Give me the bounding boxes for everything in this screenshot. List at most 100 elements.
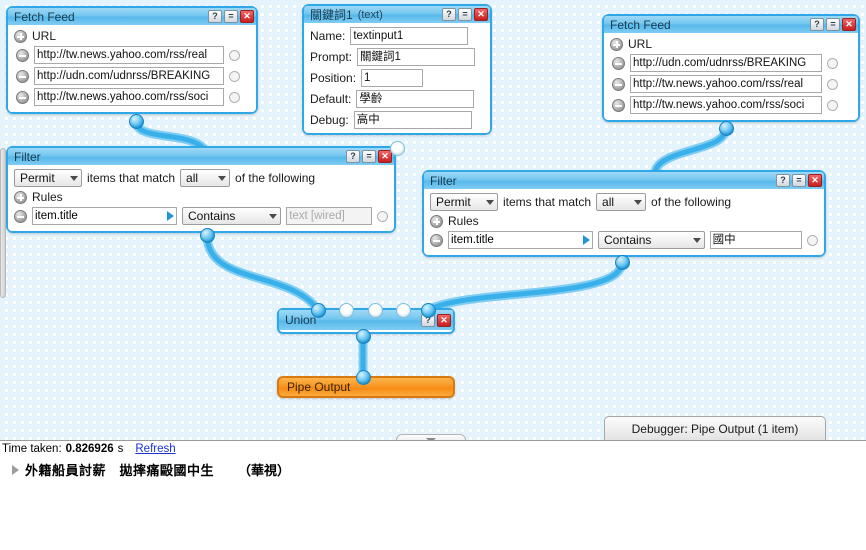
url-input[interactable]: http://tw.news.yahoo.com/rss/real: [34, 46, 224, 64]
output-knob-fetch-feed-left[interactable]: [129, 114, 144, 129]
rule-operator-select[interactable]: Contains: [598, 231, 705, 249]
remove-url-icon[interactable]: [612, 77, 625, 91]
minimize-icon[interactable]: =: [826, 18, 840, 31]
rule-operator-select[interactable]: Contains: [182, 207, 282, 225]
module-titlebar[interactable]: 關鍵詞1 (text) ? = ✕: [304, 6, 490, 23]
pipes-canvas[interactable]: Fetch Feed ? = ✕ URL http://tw.news.yaho…: [0, 0, 866, 440]
module-title: Filter: [14, 149, 41, 164]
remove-rule-icon[interactable]: [430, 233, 443, 247]
help-icon[interactable]: ?: [346, 150, 360, 163]
close-icon[interactable]: ✕: [808, 174, 822, 187]
window-buttons[interactable]: ? = ✕: [208, 10, 254, 23]
remove-url-icon[interactable]: [612, 98, 625, 112]
union-input-port-4[interactable]: [396, 303, 411, 318]
debugger-tab[interactable]: Debugger: Pipe Output (1 item): [604, 416, 826, 440]
output-knob-fetch-feed-right[interactable]: [719, 121, 734, 136]
debugger-result-item[interactable]: 外籍船員討薪 拋摔痛毆國中生 （華視）: [0, 460, 866, 479]
remove-url-icon[interactable]: [16, 48, 29, 62]
rule-input-port[interactable]: [807, 234, 818, 246]
window-buttons[interactable]: ? = ✕: [810, 18, 856, 31]
url-section-label: URL: [628, 37, 653, 51]
url-input[interactable]: http://udn.com/udnrss/BREAKING: [34, 67, 224, 85]
debug-field[interactable]: 高中: [353, 111, 472, 129]
output-knob-filter-left[interactable]: [200, 228, 215, 243]
module-titlebar[interactable]: Filter ? = ✕: [424, 172, 824, 189]
window-buttons[interactable]: ? = ✕: [346, 150, 392, 163]
remove-url-icon[interactable]: [612, 56, 625, 70]
close-icon[interactable]: ✕: [437, 313, 451, 327]
refresh-link[interactable]: Refresh: [135, 443, 175, 455]
module-filter-left[interactable]: Filter ? = ✕ Permit items that match all…: [6, 146, 396, 233]
handle-grip: [438, 439, 458, 440]
url-input[interactable]: http://udn.com/udnrss/BREAKING: [630, 54, 822, 72]
output-knob-text-input[interactable]: [390, 141, 405, 156]
expand-triangle-icon[interactable]: [12, 464, 19, 475]
union-output-port[interactable]: [356, 329, 371, 344]
help-icon[interactable]: ?: [442, 8, 456, 21]
pipe-output-input-port[interactable]: [356, 370, 371, 385]
union-input-port-3[interactable]: [368, 303, 383, 318]
remove-rule-icon[interactable]: [14, 209, 27, 223]
window-buttons[interactable]: ? = ✕: [776, 174, 822, 187]
union-input-port-2[interactable]: [339, 303, 354, 318]
url-output-port[interactable]: [827, 99, 838, 111]
match-select[interactable]: all: [596, 193, 647, 211]
url-input[interactable]: http://tw.news.yahoo.com/rss/soci: [630, 96, 822, 114]
union-input-port-1[interactable]: [311, 303, 326, 318]
rule-value-input[interactable]: text [wired]: [286, 207, 372, 225]
help-icon[interactable]: ?: [208, 10, 222, 23]
url-output-port[interactable]: [229, 49, 240, 61]
minimize-icon[interactable]: =: [224, 10, 238, 23]
url-input[interactable]: http://tw.news.yahoo.com/rss/soci: [34, 88, 224, 106]
permit-select[interactable]: Permit: [14, 169, 82, 187]
name-field[interactable]: textinput1: [350, 27, 469, 45]
help-icon[interactable]: ?: [776, 174, 790, 187]
rule-input-port[interactable]: [377, 210, 388, 222]
rule-operator-value: Contains: [188, 209, 236, 223]
permit-select[interactable]: Permit: [430, 193, 498, 211]
url-section-label: URL: [32, 29, 57, 43]
add-rule-icon[interactable]: [14, 190, 27, 204]
window-buttons[interactable]: ? = ✕: [442, 8, 488, 21]
debugger-collapse-handle[interactable]: [396, 434, 466, 440]
rules-label: Rules: [32, 190, 63, 204]
url-input[interactable]: http://tw.news.yahoo.com/rss/real: [630, 75, 822, 93]
field-row-debug: Debug: 高中: [310, 111, 484, 129]
add-rule-icon[interactable]: [430, 214, 443, 228]
module-titlebar[interactable]: Filter ? = ✕: [8, 148, 394, 165]
help-icon[interactable]: ?: [810, 18, 824, 31]
canvas-vertical-scrollbar[interactable]: [0, 148, 6, 298]
union-input-port-5[interactable]: [421, 303, 436, 318]
output-knob-filter-right[interactable]: [615, 255, 630, 270]
default-field[interactable]: 學齡: [356, 90, 475, 108]
add-url-icon[interactable]: [610, 37, 623, 51]
minimize-icon[interactable]: =: [362, 150, 376, 163]
position-field[interactable]: 1: [361, 69, 424, 87]
module-text-input[interactable]: 關鍵詞1 (text) ? = ✕ Name: textinput1 Promp…: [302, 4, 492, 135]
remove-url-icon[interactable]: [16, 90, 29, 104]
close-icon[interactable]: ✕: [474, 8, 488, 21]
match-select[interactable]: all: [180, 169, 231, 187]
url-output-port[interactable]: [229, 70, 240, 82]
module-titlebar[interactable]: Fetch Feed ? = ✕: [8, 8, 256, 25]
rule-field-input[interactable]: item.title: [32, 207, 177, 225]
url-output-port[interactable]: [827, 78, 838, 90]
url-row: http://tw.news.yahoo.com/rss/soci: [612, 96, 852, 114]
close-icon[interactable]: ✕: [240, 10, 254, 23]
minimize-icon[interactable]: =: [792, 174, 806, 187]
debugger-statusbar: Time taken: 0.826926 s Refresh: [0, 441, 866, 457]
prompt-field[interactable]: 關鍵詞1: [357, 48, 476, 66]
url-output-port[interactable]: [827, 57, 838, 69]
rule-value-input[interactable]: 國中: [709, 231, 802, 249]
module-fetch-feed-right[interactable]: Fetch Feed ? = ✕ URL http://udn.com/udnr…: [602, 14, 860, 122]
url-output-port[interactable]: [229, 91, 240, 103]
module-fetch-feed-left[interactable]: Fetch Feed ? = ✕ URL http://tw.news.yaho…: [6, 6, 258, 114]
module-titlebar[interactable]: Fetch Feed ? = ✕: [604, 16, 858, 33]
close-icon[interactable]: ✕: [842, 18, 856, 31]
chevron-down-icon: [692, 237, 701, 243]
minimize-icon[interactable]: =: [458, 8, 472, 21]
module-filter-right[interactable]: Filter ? = ✕ Permit items that match all…: [422, 170, 826, 257]
add-url-icon[interactable]: [14, 29, 27, 43]
rule-field-input[interactable]: item.title: [448, 231, 593, 249]
remove-url-icon[interactable]: [16, 69, 29, 83]
